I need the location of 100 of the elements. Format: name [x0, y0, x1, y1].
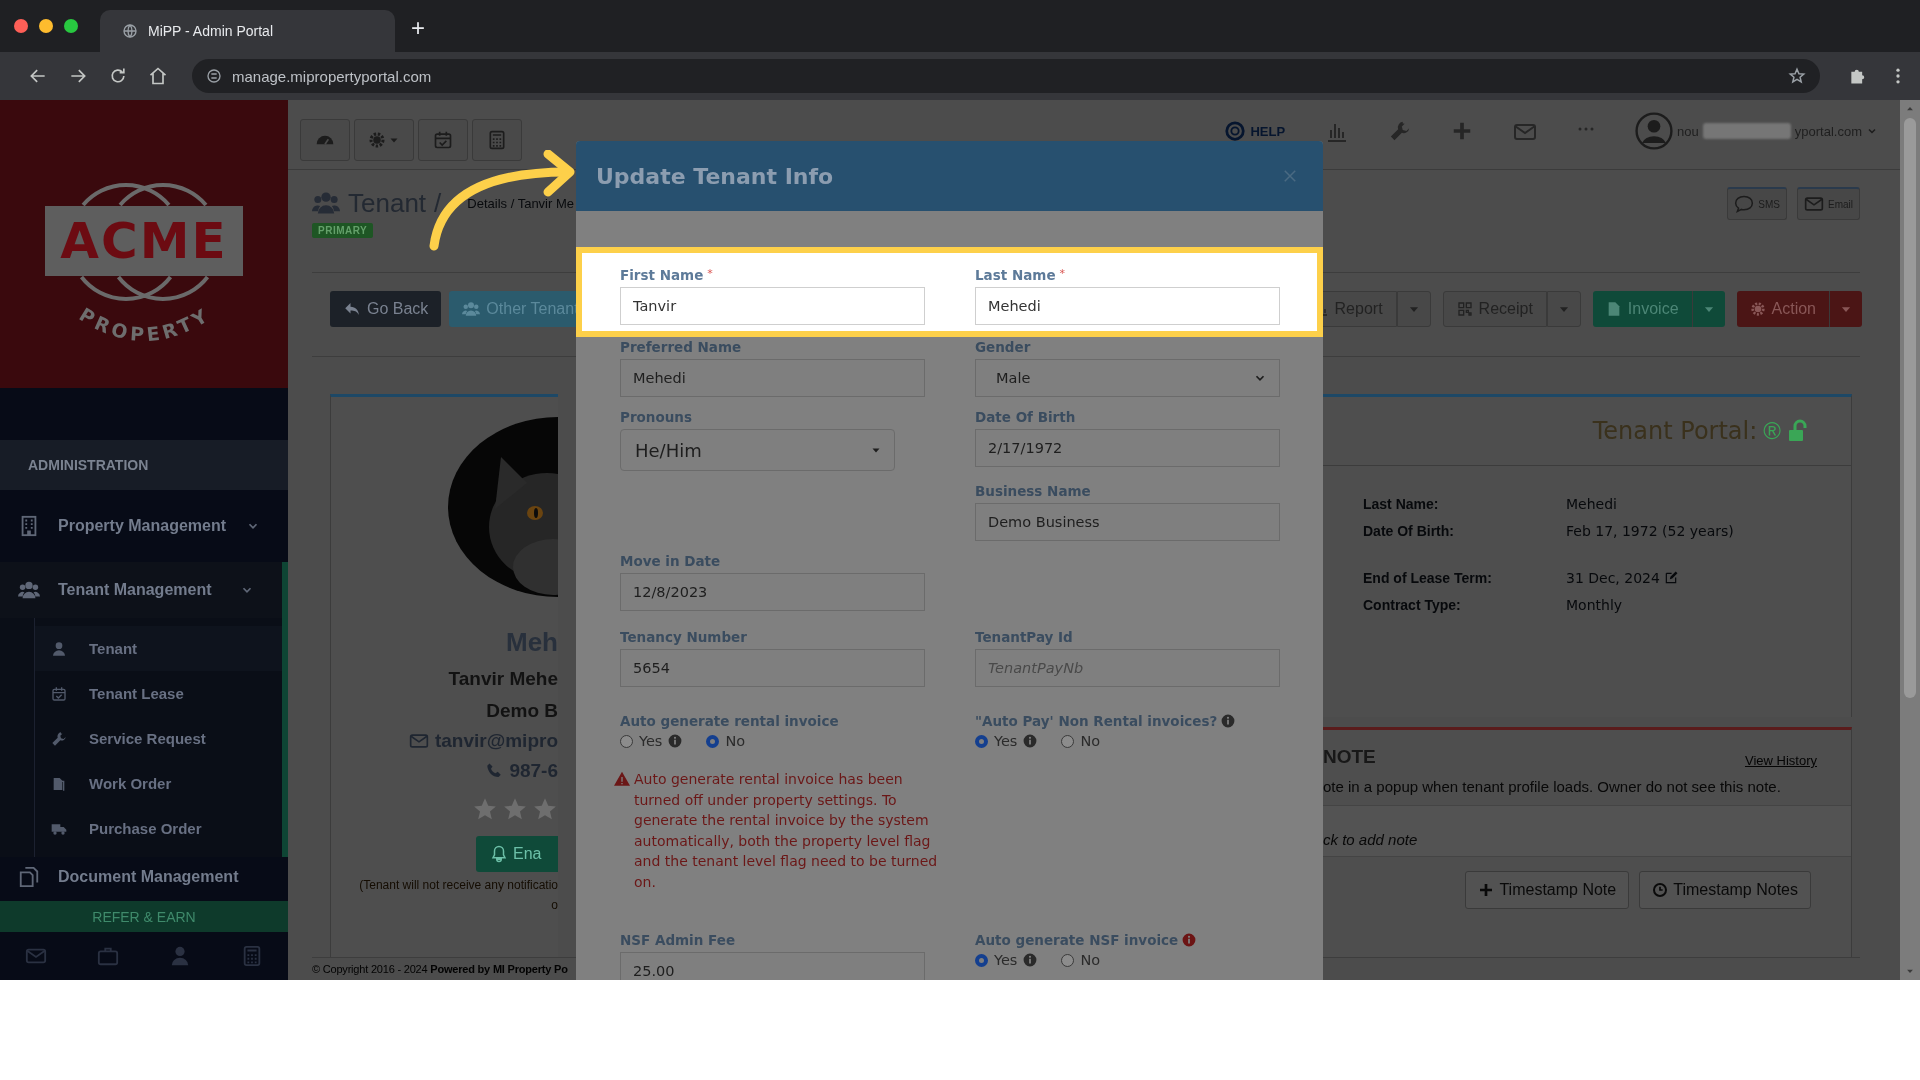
- users-icon: [18, 579, 40, 601]
- timestamp-button[interactable]: Timestamp Notes: [1639, 871, 1811, 910]
- bell-icon: [490, 845, 508, 863]
- page-button[interactable]: Invoice: [1592, 291, 1692, 327]
- radio-label: No: [1080, 952, 1101, 968]
- logo-word: ACME: [60, 212, 228, 270]
- registered-mark: ®: [1763, 417, 1781, 445]
- text-field[interactable]: Demo Business: [975, 503, 1280, 541]
- sidebar-item[interactable]: Document Management: [0, 857, 288, 897]
- field-value: Feb 17, 1972 (52 years): [1566, 522, 1734, 539]
- copyright-text: © Copyright 2016 - 2024 Powered by MI Property Po: [312, 963, 568, 975]
- edit-icon[interactable]: [1663, 570, 1678, 585]
- wrench-icon[interactable]: [1389, 120, 1412, 142]
- maximize-window-button[interactable]: [64, 19, 78, 33]
- timestamp-button[interactable]: Timestamp Note: [1465, 871, 1630, 910]
- help-link[interactable]: HELP: [1224, 120, 1286, 142]
- documents-icon: [18, 866, 40, 888]
- dropdown-toggle-button[interactable]: [1546, 291, 1581, 327]
- page-button[interactable]: Action: [1736, 291, 1829, 327]
- sidebar-subitem[interactable]: Service Request: [35, 716, 282, 761]
- notification-button[interactable]: Ena: [476, 836, 558, 872]
- toolbar-button[interactable]: [354, 119, 414, 161]
- files-icon: [51, 775, 67, 792]
- text-field[interactable]: 12/8/2023: [620, 573, 925, 611]
- radio-button[interactable]: [1061, 734, 1075, 748]
- field-label: Date Of Birth:: [1363, 522, 1455, 539]
- sidebar-subitem[interactable]: Tenant Lease: [35, 671, 282, 716]
- sidebar-item[interactable]: Property Management: [0, 490, 288, 562]
- sidebar-subitem[interactable]: Tenant: [35, 626, 282, 671]
- user-icon[interactable]: [169, 945, 191, 967]
- phone-icon: [485, 762, 504, 780]
- add-note-area[interactable]: ck to add note: [1323, 805, 1851, 858]
- star-icon[interactable]: [532, 796, 558, 822]
- calculator-icon[interactable]: [241, 945, 263, 967]
- globe-icon: [122, 23, 138, 39]
- sidebar-subitem[interactable]: Purchase Order: [35, 806, 282, 851]
- radio-label: Yes: [994, 952, 1018, 968]
- toolbar-button[interactable]: [418, 119, 468, 161]
- field-label: Business Name: [975, 483, 1091, 499]
- breadcrumb: Details / Tanvir Me: [467, 195, 574, 211]
- sidebar-subitem[interactable]: Work Order: [35, 761, 282, 806]
- star-icon[interactable]: [502, 796, 528, 822]
- bookmark-star-icon[interactable]: [1788, 67, 1806, 85]
- dropdown-toggle-button[interactable]: [1829, 291, 1862, 327]
- field-label: Pronouns: [620, 409, 692, 425]
- page-button[interactable]: Go Back: [330, 291, 442, 327]
- notification-notice: (Tenant will not receive any notificatio: [359, 878, 558, 892]
- text-field[interactable]: Tanvir: [620, 287, 925, 325]
- field-label: Auto generate rental invoice: [620, 713, 839, 729]
- star-icon[interactable]: [472, 796, 498, 822]
- field-label: NSF Admin Fee: [620, 932, 736, 948]
- scrollbar[interactable]: [1900, 100, 1920, 980]
- radio-button[interactable]: [1061, 953, 1075, 967]
- toolbar-button[interactable]: [300, 119, 350, 161]
- reload-icon[interactable]: [108, 66, 128, 86]
- radio-button[interactable]: [975, 953, 988, 967]
- new-tab-button[interactable]: +: [411, 16, 425, 40]
- business-name: Demo B: [486, 700, 558, 722]
- toolbar-button[interactable]: [472, 119, 522, 161]
- field-label: Contract Type:: [1363, 596, 1462, 613]
- refer-button[interactable]: REFER & EARN: [0, 901, 288, 932]
- minimize-window-button[interactable]: [39, 19, 53, 33]
- required-mark: *: [1059, 267, 1066, 280]
- close-icon[interactable]: [1281, 167, 1299, 185]
- warning-icon: [614, 771, 630, 787]
- text-field[interactable]: 5654: [620, 649, 925, 687]
- gear-icon: [368, 131, 386, 149]
- notification-notice: o: [551, 898, 558, 912]
- radio-label: No: [1080, 733, 1101, 749]
- field-label: Last Name: [975, 267, 1056, 283]
- avatar-icon: [1635, 112, 1674, 150]
- dropdown-toggle-button[interactable]: [1396, 291, 1431, 327]
- text-field[interactable]: Mehedi: [975, 287, 1280, 325]
- required-mark: *: [707, 267, 713, 280]
- scrollbar-thumb[interactable]: [1904, 118, 1916, 698]
- wrench-icon: [51, 730, 67, 747]
- radio-label: No: [725, 733, 746, 749]
- field-label: Preferred Name: [620, 339, 742, 355]
- field-label: Move in Date: [620, 553, 721, 569]
- text-field[interactable]: 25.00: [620, 952, 925, 980]
- radio-button[interactable]: [620, 734, 633, 748]
- field-label: "Auto Pay' Non Rental invoices?: [975, 713, 1218, 729]
- select-field[interactable]: Male: [975, 359, 1280, 397]
- home-icon[interactable]: [148, 66, 168, 86]
- users-icon: [462, 300, 481, 318]
- gear-icon: [1749, 301, 1766, 317]
- view-history-link[interactable]: View History: [1745, 753, 1817, 769]
- dropdown-field[interactable]: He/Him: [620, 429, 895, 471]
- close-window-button[interactable]: [14, 19, 28, 33]
- text-field[interactable]: Mehedi: [620, 359, 925, 397]
- star-rating[interactable]: [472, 796, 558, 822]
- text-field[interactable]: 2/17/1972: [975, 429, 1280, 467]
- briefcase-icon[interactable]: [97, 945, 119, 967]
- radio-button[interactable]: [975, 734, 988, 748]
- browser-tab[interactable]: MiPP - Admin Portal: [100, 10, 395, 52]
- address-bar[interactable]: manage.mipropertyportal.com: [192, 59, 1820, 93]
- radio-button[interactable]: [706, 734, 720, 748]
- dropdown-toggle-button[interactable]: [1691, 291, 1725, 327]
- tenant-full-name: Tanvir Mehe: [448, 668, 558, 690]
- field-value: 31 Dec, 2024: [1566, 569, 1660, 586]
